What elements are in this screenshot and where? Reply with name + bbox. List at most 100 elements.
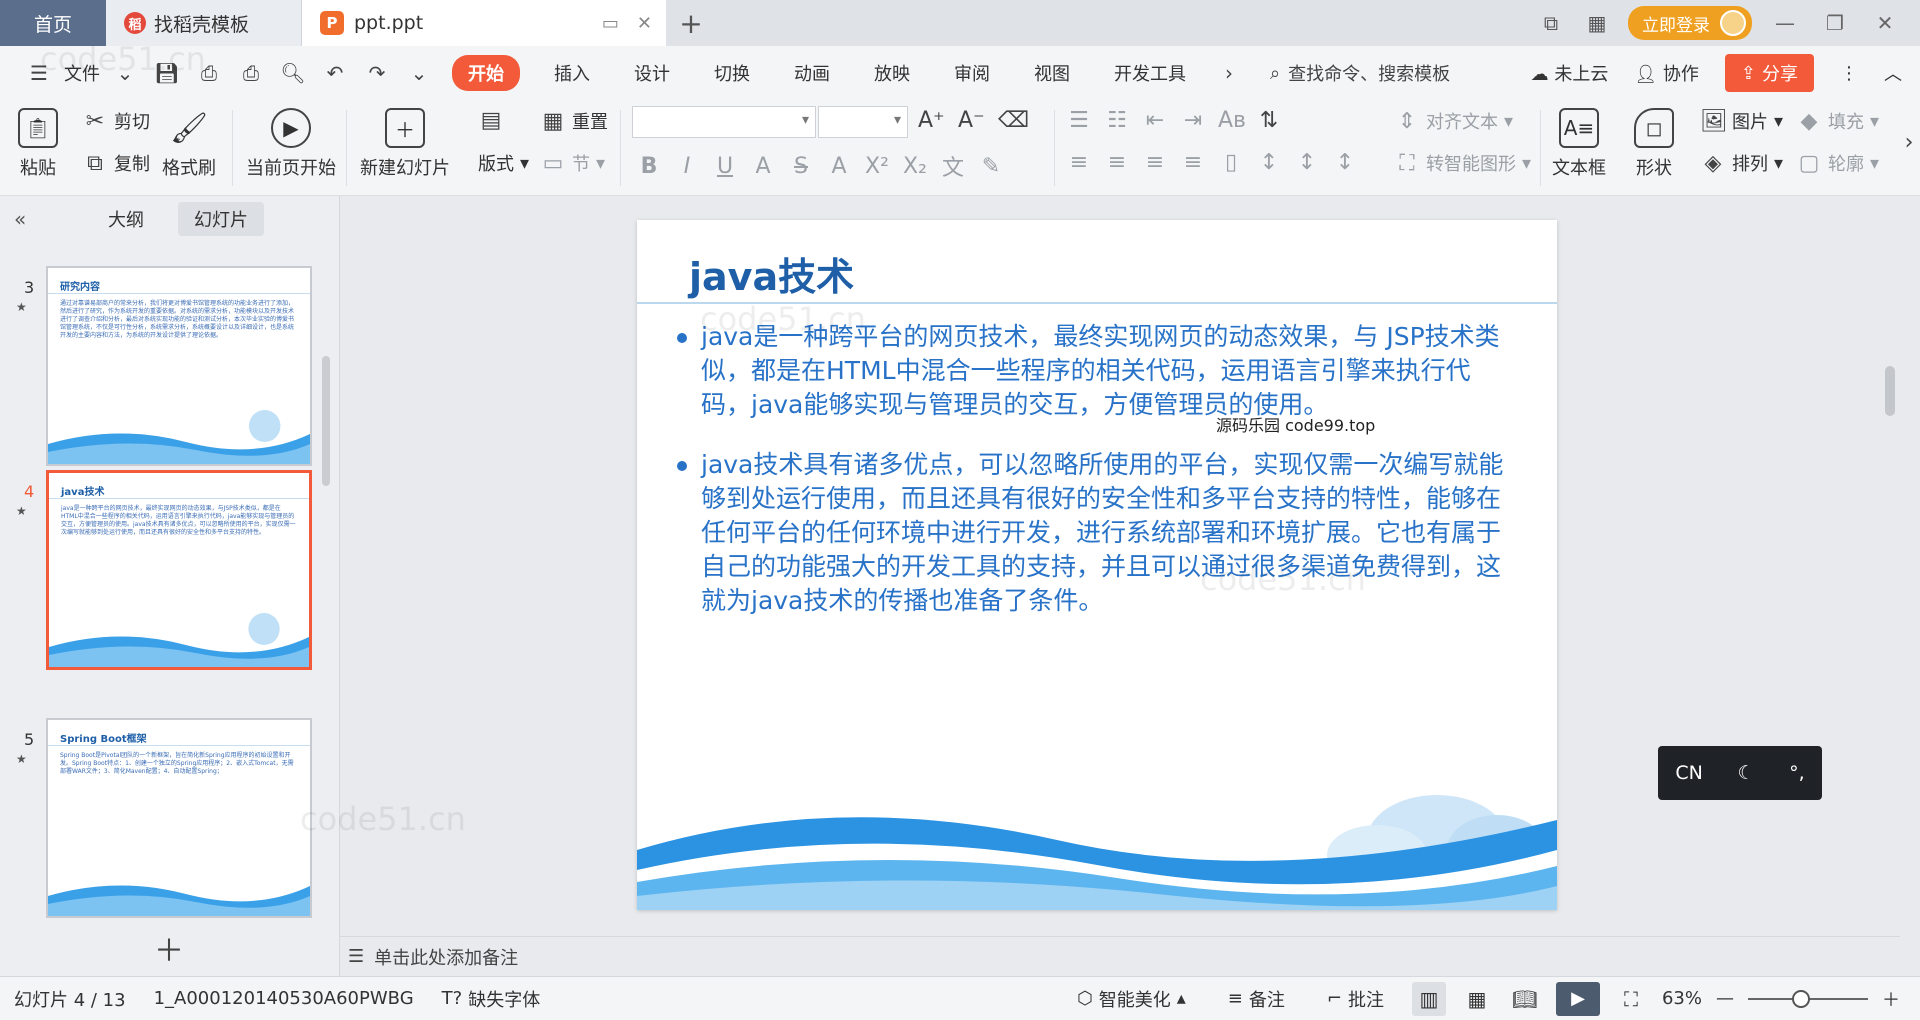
collapse-ribbon-icon[interactable]: ︿ (1884, 60, 1902, 86)
tab-design[interactable]: 设计 (616, 60, 688, 86)
layout-button[interactable]: ▤ (478, 108, 504, 133)
comment-button[interactable]: ⌐ 批注 (1313, 986, 1398, 1012)
cut-button[interactable]: ✂ 剪切 (82, 108, 150, 134)
normal-view-icon[interactable]: ▥ (1411, 981, 1446, 1016)
arrange-button[interactable]: ◈ 排列 ▾ (1700, 150, 1784, 176)
smartart-button[interactable]: ⛶ 转智能图形 ▾ (1394, 150, 1531, 176)
superscript-icon[interactable]: X² (864, 154, 890, 179)
minimize-icon[interactable]: — (1768, 11, 1802, 35)
tab-slides[interactable]: 幻灯片 (178, 202, 264, 236)
template-name[interactable]: 1_A000120140530A60PWBG (140, 988, 428, 1009)
canvas-scrollbar[interactable] (1880, 196, 1900, 936)
italic-icon[interactable]: I (674, 154, 700, 179)
new-tab-button[interactable]: + (666, 0, 716, 46)
strikethrough-icon[interactable]: S (788, 154, 814, 179)
redo-icon[interactable]: ↷ (360, 61, 394, 85)
highlight-icon[interactable]: ✎ (978, 154, 1004, 179)
undo-icon[interactable]: ↶ (318, 61, 352, 85)
monitor-icon[interactable]: ▭ (602, 13, 619, 34)
zoom-in-icon[interactable]: ＋ (1882, 986, 1900, 1012)
command-search[interactable]: ⌕ 查找命令、搜索模板 (1270, 60, 1450, 86)
cloud-status[interactable]: ☁︎ 未上云 (1531, 60, 1609, 86)
login-button[interactable]: 立即登录 (1628, 6, 1752, 40)
decrease-indent-icon[interactable]: ⇤ (1142, 108, 1168, 133)
fill-button[interactable]: ◆ 填充 ▾ (1796, 108, 1880, 134)
bold-icon[interactable]: B (636, 154, 662, 179)
notes-bar[interactable]: ☰ 单击此处添加备注 (340, 936, 1900, 976)
phonetic-icon[interactable]: 文 (940, 150, 966, 182)
decrease-font-icon[interactable]: A⁻ (958, 108, 985, 133)
text-shadow-icon[interactable]: A (750, 154, 776, 179)
chevron-right-icon[interactable]: › (1212, 61, 1246, 85)
font-color-icon[interactable]: A (826, 154, 852, 179)
numbered-list-icon[interactable]: ☷ (1104, 108, 1130, 133)
ribbon-scroll-right[interactable]: › (1896, 130, 1920, 155)
font-size-select[interactable] (818, 106, 908, 138)
slide-title[interactable]: java技术 (689, 246, 854, 301)
new-slide-button[interactable]: ＋ 新建幻灯片 (360, 108, 450, 180)
increase-indent-icon[interactable]: ⇥ (1180, 108, 1206, 133)
save-icon[interactable]: 💾︎ (150, 61, 184, 85)
zoom-level[interactable]: 63% (1662, 988, 1702, 1009)
add-slide-icon[interactable]: ＋ (154, 926, 184, 970)
zoom-slider[interactable] (1748, 989, 1868, 1008)
close-tab-icon[interactable]: ✕ (637, 13, 652, 34)
distribute-icon[interactable]: ▯ (1218, 150, 1244, 175)
hamburger-menu-icon[interactable]: ☰ (22, 61, 56, 85)
panel-scrollbar[interactable] (322, 356, 330, 486)
fit-window-icon[interactable]: ⛶ (1614, 982, 1648, 1016)
picture-button[interactable]: 🖼︎ 图片 ▾ (1700, 108, 1783, 134)
reading-mode-icon[interactable]: ⧉ (1536, 11, 1566, 35)
collapse-panel-icon[interactable]: « (14, 207, 74, 231)
tab-outline[interactable]: 大纲 (92, 202, 160, 236)
collaborate-button[interactable]: 👤︎ 协作 (1634, 60, 1699, 86)
slide-sorter-icon[interactable]: ▦ (1460, 982, 1494, 1016)
slide-body[interactable]: java是一种跨平台的网页技术，最终实现网页的动态效果，与 JSP技术类似，都是… (677, 320, 1517, 644)
share-button[interactable]: ⇪ 分享 (1724, 54, 1814, 92)
print-icon[interactable]: ⎙ (234, 61, 268, 85)
layout-label-button[interactable]: 版式 ▾ (478, 150, 529, 176)
line-spacing-icon[interactable]: ↕ (1256, 150, 1282, 175)
outline-button[interactable]: ▢ 轮廓 ▾ (1796, 150, 1879, 176)
close-window-icon[interactable]: ✕ (1868, 11, 1902, 35)
tab-daoke-templates[interactable]: 稻 找稻壳模板 (106, 0, 302, 46)
clear-format-icon[interactable]: ⌫ (998, 108, 1029, 133)
align-center-icon[interactable]: ≡ (1104, 150, 1130, 175)
reset-button[interactable]: ▦ 重置 (540, 108, 608, 134)
print-preview-icon[interactable]: 🔍︎ (276, 61, 310, 85)
tab-view[interactable]: 视图 (1016, 60, 1088, 86)
textbox-button[interactable]: A≡ 文本框 (1552, 108, 1606, 180)
section-button[interactable]: ▭ 节 ▾ (540, 150, 605, 176)
format-painter-button[interactable]: 🖌︎ 格式刷 (162, 108, 216, 180)
text-direction-icon[interactable]: Aʙ (1218, 108, 1246, 133)
bullet-list-icon[interactable]: ☰ (1066, 108, 1092, 133)
slide-thumbnail[interactable]: Spring Boot框架 Spring Boot是Pivotal团队的一个新框… (46, 718, 312, 918)
missing-font-button[interactable]: T? 缺失字体 (428, 986, 555, 1012)
slide-thumbnail[interactable]: 研究内容 通过对靠谱易部商户的常来分析，我们将更对博爱书馆管理系统的功能业务进行… (46, 266, 312, 466)
current-slide[interactable]: java技术 java是一种跨平台的网页技术，最终实现网页的动态效果，与 JSP… (637, 220, 1557, 910)
align-left-icon[interactable]: ≡ (1066, 150, 1092, 175)
sort-icon[interactable]: ⇅ (1256, 108, 1282, 133)
subscript-icon[interactable]: X₂ (902, 154, 928, 179)
tab-animation[interactable]: 动画 (776, 60, 848, 86)
increase-font-icon[interactable]: A⁺ (918, 108, 945, 133)
shape-button[interactable]: ◻ 形状 (1634, 108, 1674, 180)
tab-home-ribbon[interactable]: 开始 (452, 55, 520, 91)
tab-slideshow[interactable]: 放映 (856, 60, 928, 86)
smart-beautify-button[interactable]: ⬡ 智能美化 ▴ (1063, 986, 1200, 1012)
justify-icon[interactable]: ≡ (1180, 150, 1206, 175)
column-spacing-icon[interactable]: ↕ (1332, 150, 1358, 175)
chevron-down-icon[interactable]: ⌄ (108, 61, 142, 85)
copy-button[interactable]: ⧉ 复制 (82, 150, 150, 176)
more-chevron-icon[interactable]: ⌄ (402, 61, 436, 85)
tab-insert[interactable]: 插入 (536, 60, 608, 86)
font-family-select[interactable] (632, 106, 816, 138)
restore-icon[interactable]: ❐ (1818, 11, 1852, 35)
export-pdf-icon[interactable]: ⎙ (192, 61, 226, 85)
tab-home[interactable]: 首页 (0, 0, 106, 46)
tab-review[interactable]: 审阅 (936, 60, 1008, 86)
zoom-out-icon[interactable]: — (1716, 988, 1734, 1009)
more-options-icon[interactable]: ⋮ (1840, 63, 1858, 84)
play-slideshow-icon[interactable]: ▶ (1555, 981, 1600, 1016)
paste-button[interactable]: 📋︎ 粘贴 (18, 108, 58, 180)
